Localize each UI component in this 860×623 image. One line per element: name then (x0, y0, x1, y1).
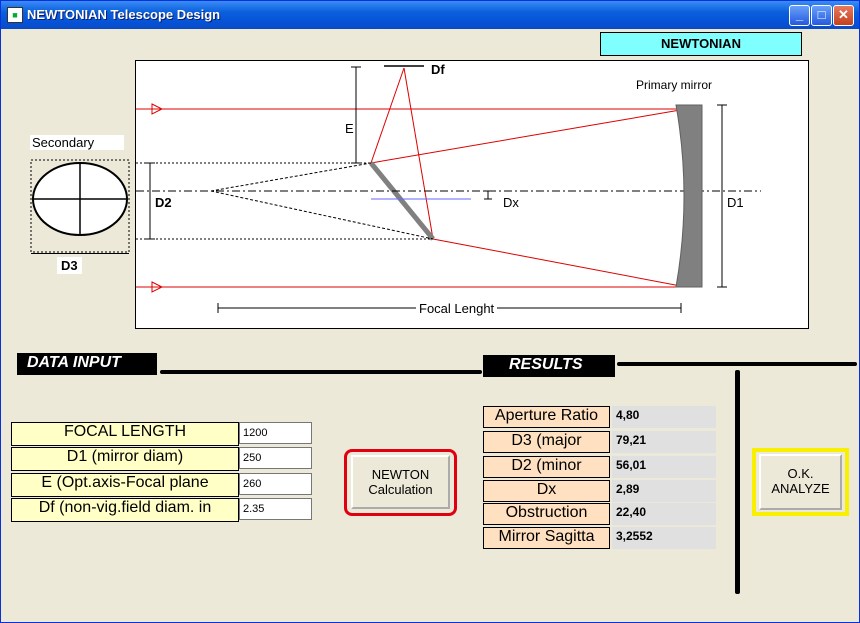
results-vertical-divider (735, 370, 740, 594)
dx-result-value: 2,89 (612, 480, 716, 502)
df-label: Df (431, 62, 445, 77)
secondary-label: Secondary (30, 135, 125, 150)
e-input[interactable] (239, 473, 312, 495)
mirror-sagitta-label: Mirror Sagitta (483, 527, 610, 549)
close-button[interactable]: ✕ (833, 5, 854, 26)
d2-minor-value: 56,01 (612, 456, 716, 478)
d3-major-label: D3 (major (483, 431, 610, 453)
data-input-divider (160, 370, 482, 374)
focal-length-label-box: FOCAL LENGTH (11, 422, 239, 446)
optical-path-drawing (136, 65, 761, 313)
newton-calc-line2: Calculation (368, 482, 433, 497)
dx-result-label: Dx (483, 480, 610, 502)
e-axis-label-box: E (Opt.axis-Focal plane (11, 473, 239, 497)
client-area: NEWTONIAN Secondary D3 Primary mirror E … (5, 29, 857, 619)
d3-dimension-line (31, 253, 129, 254)
newton-calc-line1: NEWTON (371, 467, 430, 482)
app-icon: ■ (7, 7, 23, 23)
telescope-diagram: Primary mirror E Df D2 Dx D1 Focal Lengh… (135, 60, 809, 329)
analyze-line2: ANALYZE (771, 481, 830, 496)
app-window: ■ NEWTONIAN Telescope Design _ □ ✕ NEWTO… (0, 0, 860, 623)
minimize-button[interactable]: _ (789, 5, 810, 26)
aperture-ratio-label: Aperture Ratio (483, 406, 610, 428)
newtonian-badge: NEWTONIAN (600, 32, 802, 56)
d1-label: D1 (727, 195, 744, 210)
title-bar[interactable]: ■ NEWTONIAN Telescope Design _ □ ✕ (1, 1, 859, 29)
ok-analyze-button[interactable]: O.K. ANALYZE (759, 454, 842, 510)
d2-label: D2 (155, 195, 172, 210)
window-title: NEWTONIAN Telescope Design (27, 7, 221, 22)
d1-input[interactable] (239, 447, 312, 469)
obstruction-value: 22,40 (612, 503, 716, 525)
focal-length-input[interactable] (239, 422, 312, 444)
df-input[interactable] (239, 498, 312, 520)
analyze-line1: O.K. (787, 466, 814, 481)
df-field-diam-label-box: Df (non-vig.field diam. in (11, 498, 239, 522)
mirror-sagitta-value: 3,2552 (612, 527, 716, 549)
obstruction-label: Obstruction (483, 503, 610, 525)
d2-minor-label: D2 (minor (483, 456, 610, 478)
d3-label: D3 (57, 257, 82, 274)
dx-label: Dx (503, 195, 519, 210)
d1-mirror-diam-label-box: D1 (mirror diam) (11, 447, 239, 471)
e-label: E (345, 121, 354, 136)
d3-major-value: 79,21 (612, 431, 716, 453)
newton-calculation-button[interactable]: NEWTON Calculation (351, 455, 450, 509)
results-header: RESULTS (483, 355, 615, 377)
results-divider (617, 362, 857, 366)
data-input-header: DATA INPUT (17, 353, 157, 375)
focal-length-label: Focal Lenght (416, 301, 498, 316)
aperture-ratio-value: 4,80 (612, 406, 716, 428)
primary-mirror-label: Primary mirror (636, 78, 712, 92)
maximize-button[interactable]: □ (811, 5, 832, 26)
secondary-sketch (30, 159, 130, 253)
